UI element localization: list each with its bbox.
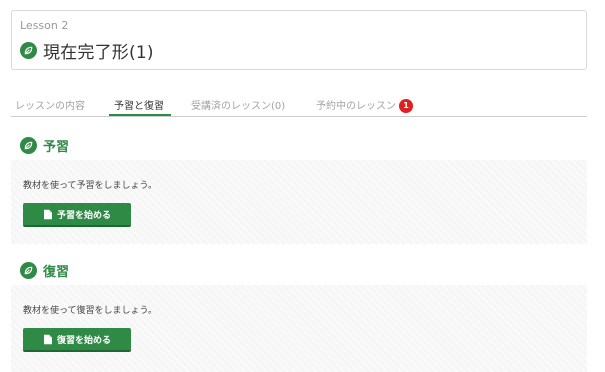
tab-completed-lessons[interactable]: 受講済のレッスン(0) xyxy=(191,97,285,112)
lesson-number: Lesson 2 xyxy=(20,19,69,32)
start-review-button-label: 復習を始める xyxy=(56,335,111,346)
document-icon xyxy=(43,209,52,219)
lesson-tabs: レッスンの内容 予習と復習 受講済のレッスン(0) 予約中のレッスン 1 xyxy=(11,92,587,117)
tab-preview-review[interactable]: 予習と復習 xyxy=(114,97,164,112)
lesson-header-card: Lesson 2 現在完了形(1) xyxy=(11,10,587,70)
document-icon xyxy=(43,334,52,344)
start-preview-button-label: 予習を始める xyxy=(56,210,111,221)
preview-description: 教材を使って予習をしましょう。 xyxy=(23,181,158,191)
reserved-count-badge: 1 xyxy=(399,99,413,113)
start-review-button[interactable]: 復習を始める xyxy=(23,328,131,352)
preview-panel: 教材を使って予習をしましょう。 予習を始める xyxy=(11,160,587,244)
review-description: 教材を使って復習をしましょう。 xyxy=(23,306,158,316)
tab-reserved-lessons[interactable]: 予約中のレッスン 1 xyxy=(316,97,413,113)
preview-heading-title: 予習 xyxy=(43,140,70,155)
leaf-icon xyxy=(20,262,37,279)
lesson-title-row: 現在完了形(1) xyxy=(20,38,154,63)
review-heading: 復習 xyxy=(20,261,69,280)
tab-lesson-content[interactable]: レッスンの内容 xyxy=(15,97,85,112)
leaf-icon xyxy=(20,137,37,154)
leaf-icon xyxy=(20,42,37,59)
lesson-title: 現在完了形(1) xyxy=(43,43,154,63)
review-heading-title: 復習 xyxy=(43,265,70,280)
preview-heading: 予習 xyxy=(20,136,69,155)
active-tab-underline xyxy=(109,114,171,116)
review-panel: 教材を使って復習をしましょう。 復習を始める xyxy=(11,285,587,372)
start-preview-button[interactable]: 予習を始める xyxy=(23,203,131,227)
tab-reserved-lessons-label: 予約中のレッスン xyxy=(316,101,396,112)
